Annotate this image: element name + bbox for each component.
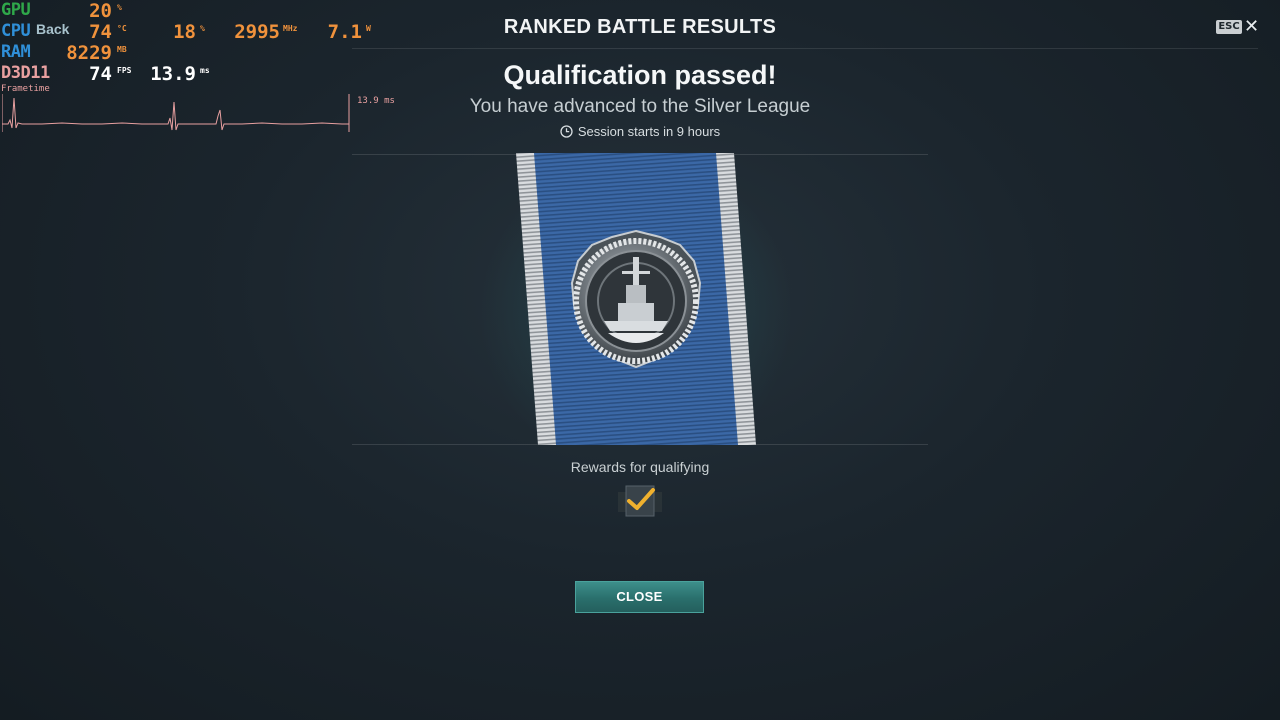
osd-gpu-unit: % <box>117 3 122 12</box>
header-divider <box>352 48 1258 49</box>
osd-ram-unit: MB <box>117 45 127 54</box>
session-timer-text: Session starts in 9 hours <box>577 124 721 139</box>
checkmark-reward-icon[interactable] <box>618 484 662 518</box>
clock-icon <box>560 125 573 138</box>
result-title: Qualification passed! <box>503 60 777 90</box>
esc-key-badge: ESC <box>1216 20 1242 34</box>
rewards-label: Rewards for qualifying <box>570 459 710 475</box>
osd-ram-label: RAM <box>1 42 31 62</box>
close-icon[interactable]: ✕ <box>1244 16 1259 37</box>
silver-league-medal <box>478 153 794 445</box>
session-timer: Session starts in 9 hours <box>0 124 1280 139</box>
league-ribbon-icon <box>516 153 756 445</box>
close-button[interactable]: CLOSE <box>575 581 704 613</box>
result-subtitle: You have advanced to the Silver League <box>469 96 811 117</box>
window-title: RANKED BATTLE RESULTS <box>503 16 777 38</box>
